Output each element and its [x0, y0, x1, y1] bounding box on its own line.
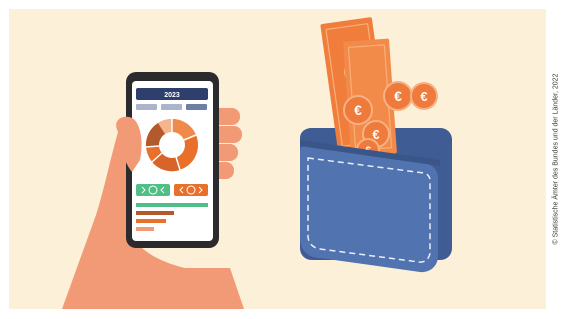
- phone-bar-brown: [136, 211, 174, 215]
- phone-bar-peach: [136, 227, 154, 231]
- phone-bar-green: [136, 203, 208, 207]
- euro-coin-icon-2: €: [383, 81, 413, 111]
- wallet-icon: € € € € € €: [300, 17, 452, 273]
- phone-bar-orange: [136, 219, 166, 223]
- phone-tab-2: [161, 104, 182, 110]
- euro-coin-icon-3: €: [410, 82, 438, 110]
- phone-tab-3: [186, 104, 207, 110]
- phone-year-label: 2023: [164, 92, 180, 99]
- green-transfer-button: [136, 184, 170, 196]
- svg-text:€: €: [354, 102, 362, 118]
- phone-tab-1: [136, 104, 157, 110]
- donut-chart-icon: [145, 118, 198, 172]
- orange-transfer-button: [174, 184, 208, 196]
- euro-coin-icon: €: [343, 95, 373, 125]
- svg-text:€: €: [420, 89, 427, 104]
- svg-text:€: €: [394, 88, 402, 104]
- illustration: 2023 € € € €: [62, 17, 452, 309]
